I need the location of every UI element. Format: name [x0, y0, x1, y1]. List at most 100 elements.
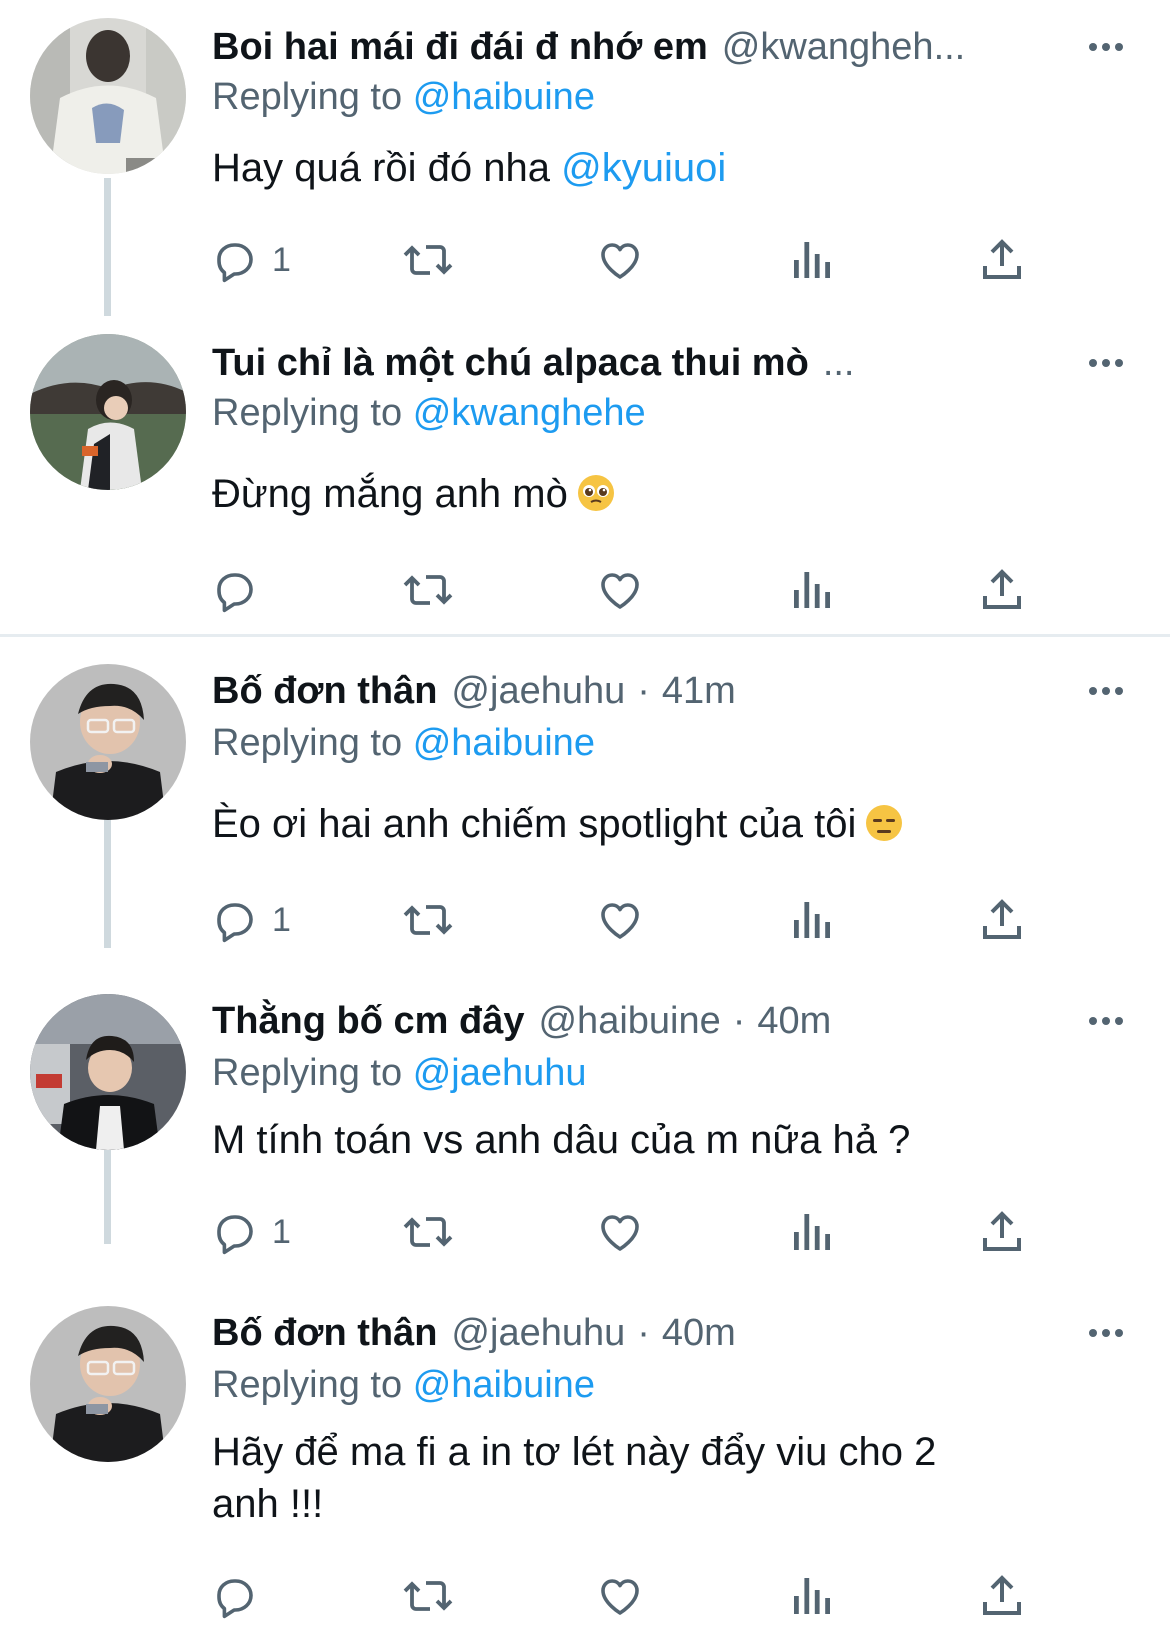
retweet-icon — [403, 1217, 453, 1247]
retweet-button[interactable] — [402, 892, 454, 948]
timestamp[interactable]: 41m — [662, 670, 736, 713]
views-button[interactable] — [790, 1568, 834, 1624]
avatar[interactable] — [30, 994, 186, 1150]
display-name[interactable]: Tui chỉ là một chú alpaca thui mò — [212, 342, 809, 385]
avatar[interactable] — [30, 664, 186, 820]
tweet-header: Boi hai mái đi đái đ nhớ em @kwangheh... — [212, 22, 965, 72]
avatar[interactable] — [30, 334, 186, 490]
tweet-header: Bố đơn thân @jaehuhu · 41m — [212, 666, 736, 716]
replying-to: Replying to @haibuine — [212, 1360, 595, 1410]
reply-button[interactable] — [210, 1568, 272, 1624]
replying-to-mention[interactable]: @jaehuhu — [413, 1052, 587, 1094]
retweet-icon — [403, 905, 453, 935]
tweet-text: M tính toán vs anh dâu của m nữa hả ? — [212, 1114, 1092, 1166]
conversation-divider — [0, 634, 1170, 637]
share-icon — [983, 569, 1021, 609]
analytics-icon — [794, 242, 830, 278]
replying-to-mention[interactable]: @haibuine — [413, 76, 595, 118]
analytics-icon — [794, 572, 830, 608]
share-button[interactable] — [980, 232, 1024, 288]
user-handle[interactable]: ... — [823, 342, 855, 385]
analytics-icon — [794, 902, 830, 938]
retweet-icon — [403, 575, 453, 605]
retweet-icon — [403, 245, 453, 275]
views-button[interactable] — [790, 232, 834, 288]
avatar[interactable] — [30, 1306, 186, 1462]
replying-to: Replying to @jaehuhu — [212, 1048, 587, 1098]
views-button[interactable] — [790, 1204, 834, 1260]
reply-icon — [217, 1215, 253, 1255]
reply-icon — [217, 243, 253, 283]
retweet-button[interactable] — [402, 562, 454, 618]
reply-count: 1 — [272, 240, 291, 279]
more-icon[interactable] — [1086, 343, 1126, 383]
views-button[interactable] — [790, 892, 834, 948]
replying-to-label: Replying to — [212, 1364, 403, 1406]
tweet-header: Thằng bố cm đây @haibuine · 40m — [212, 996, 831, 1046]
action-bar: 1 — [0, 1204, 1170, 1260]
reply-count: 1 — [272, 900, 291, 939]
display-name[interactable]: Thằng bố cm đây — [212, 1000, 524, 1043]
display-name[interactable]: Bố đơn thân — [212, 670, 437, 713]
replying-to-label: Replying to — [212, 1052, 403, 1094]
retweet-button[interactable] — [402, 232, 454, 288]
more-icon[interactable] — [1086, 1313, 1126, 1353]
tweet-body: Hay quá rồi đó nha — [212, 146, 562, 190]
user-handle[interactable]: @haibuine — [538, 1000, 720, 1043]
timestamp[interactable]: 40m — [757, 1000, 831, 1043]
tweet-body: Èo ơi hai anh chiếm spotlight của tôi — [212, 802, 857, 846]
heart-icon — [601, 573, 639, 609]
retweet-button[interactable] — [402, 1568, 454, 1624]
reply-button[interactable]: 1 — [210, 892, 291, 948]
replying-to-mention[interactable]: @kwanghehe — [413, 392, 646, 434]
display-name[interactable]: Bố đơn thân — [212, 1312, 437, 1355]
like-button[interactable] — [596, 892, 644, 948]
more-icon[interactable] — [1086, 671, 1126, 711]
retweet-icon — [403, 1581, 453, 1611]
like-button[interactable] — [596, 232, 644, 288]
timestamp[interactable]: 40m — [662, 1312, 736, 1355]
share-button[interactable] — [980, 562, 1024, 618]
user-handle[interactable]: @jaehuhu — [451, 1312, 625, 1355]
tweet-header: Tui chỉ là một chú alpaca thui mò ... — [212, 338, 855, 388]
more-icon[interactable] — [1086, 27, 1126, 67]
more-icon[interactable] — [1086, 1001, 1126, 1041]
share-button[interactable] — [980, 892, 1024, 948]
heart-icon — [601, 903, 639, 939]
body-mention[interactable]: @kyuiuoi — [561, 146, 726, 190]
retweet-button[interactable] — [402, 1204, 454, 1260]
action-bar: 1 — [0, 892, 1170, 948]
separator-dot: · — [732, 999, 746, 1042]
replying-to-label: Replying to — [212, 392, 403, 434]
reply-button[interactable]: 1 — [210, 232, 291, 288]
user-handle[interactable]: @jaehuhu — [451, 670, 625, 713]
replying-to-label: Replying to — [212, 76, 403, 118]
share-button[interactable] — [980, 1568, 1024, 1624]
like-button[interactable] — [596, 1568, 644, 1624]
user-handle[interactable]: @kwangheh... — [722, 26, 966, 69]
share-button[interactable] — [980, 1204, 1024, 1260]
replying-to-label: Replying to — [212, 722, 403, 764]
separator-dot: · — [637, 669, 650, 712]
views-button[interactable] — [790, 562, 834, 618]
tweet-text: Èo ơi hai anh chiếm spotlight của tôi — [212, 798, 1092, 850]
reply-button[interactable]: 1 — [210, 1204, 291, 1260]
avatar[interactable] — [30, 18, 186, 174]
reply-button[interactable] — [210, 562, 272, 618]
reply-icon — [217, 1579, 253, 1619]
separator-dot: · — [637, 1311, 650, 1354]
replying-to: Replying to @haibuine — [212, 72, 595, 122]
tweet-body: Đừng mắng anh mò — [212, 472, 568, 516]
tweet-header: Bố đơn thân @jaehuhu · 40m — [212, 1308, 736, 1358]
replying-to-mention[interactable]: @haibuine — [413, 722, 595, 764]
replying-to: Replying to @haibuine — [212, 718, 595, 768]
display-name[interactable]: Boi hai mái đi đái đ nhớ em — [212, 26, 708, 69]
like-button[interactable] — [596, 562, 644, 618]
pleading-face-emoji — [577, 475, 614, 511]
share-icon — [983, 239, 1021, 279]
share-icon — [983, 899, 1021, 939]
replying-to-mention[interactable]: @haibuine — [413, 1364, 595, 1406]
tweet-text: Hãy để ma fi a in tơ lét này đẩy viu cho… — [212, 1426, 1012, 1530]
like-button[interactable] — [596, 1204, 644, 1260]
heart-icon — [601, 1579, 639, 1615]
